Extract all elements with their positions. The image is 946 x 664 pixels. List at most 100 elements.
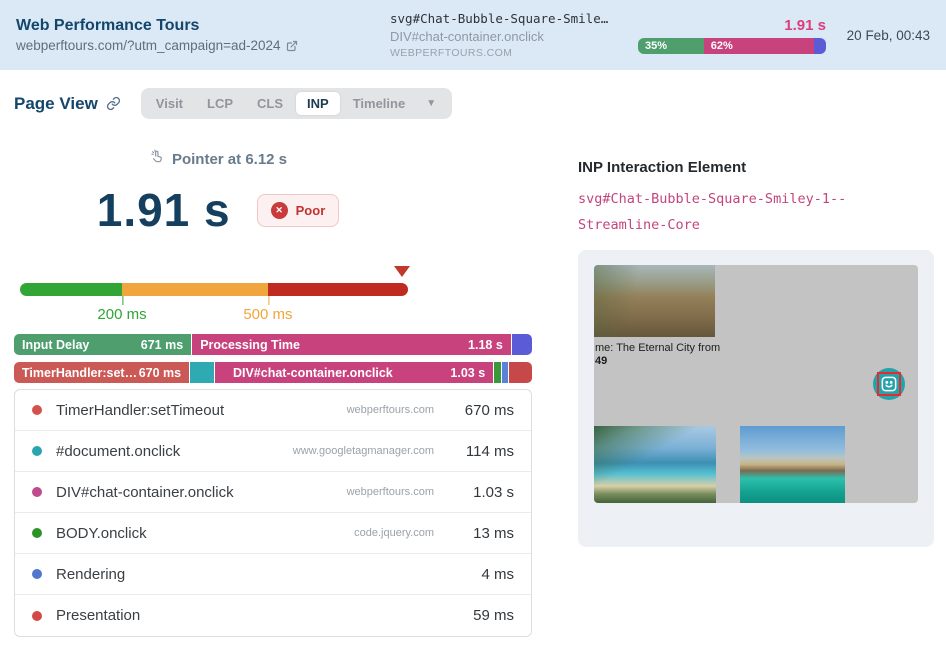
pointer-tap-icon bbox=[149, 149, 165, 169]
error-cross-icon: ✕ bbox=[271, 202, 288, 219]
page-screenshot: me: The Eternal City from 49 bbox=[594, 265, 918, 503]
selector-secondary: DIV#chat-container.onclick bbox=[390, 29, 638, 44]
row-value: 59 ms bbox=[452, 607, 514, 624]
tab-lcp[interactable]: LCP bbox=[196, 92, 244, 115]
segment-presentation-delay bbox=[512, 334, 532, 355]
selector-primary: svg#Chat-Bubble-Square-Smile… bbox=[390, 11, 638, 26]
interaction-type-label: Pointer at 6.12 s bbox=[172, 151, 287, 168]
segment-chat-container-onclick: DIV#chat-container.onclick 1.03 s bbox=[215, 362, 494, 383]
element-selector: svg#Chat-Bubble-Square-Smiley-1-- Stream… bbox=[578, 186, 934, 238]
chat-smiley-icon bbox=[873, 368, 905, 400]
table-row: Rendering 4 ms bbox=[15, 554, 531, 595]
scale-label-poor: 500 ms bbox=[243, 300, 292, 323]
row-value: 1.03 s bbox=[452, 484, 514, 501]
interaction-selector-summary: svg#Chat-Bubble-Square-Smile… DIV#chat-c… bbox=[390, 11, 638, 59]
page-header: Web Performance Tours webperftours.com/?… bbox=[0, 0, 946, 70]
site-info: Web Performance Tours webperftours.com/?… bbox=[16, 17, 390, 53]
row-label: DIV#chat-container.onclick bbox=[56, 484, 347, 501]
segment-presentation bbox=[509, 362, 532, 383]
row-domain: code.jquery.com bbox=[354, 527, 434, 539]
attribution-table: TimerHandler:setTimeout webperftours.com… bbox=[14, 389, 532, 637]
element-highlight-box bbox=[877, 372, 901, 396]
scale-poor-segment bbox=[268, 283, 408, 296]
row-domain: www.googletagmanager.com bbox=[293, 445, 434, 457]
row-label: #document.onclick bbox=[56, 443, 293, 460]
site-title: Web Performance Tours bbox=[16, 17, 390, 35]
category-dot bbox=[32, 528, 42, 538]
screenshot-image-beach bbox=[594, 426, 716, 503]
segment-rendering bbox=[502, 362, 509, 383]
table-row: Presentation 59 ms bbox=[15, 595, 531, 636]
attribution-bar: TimerHandler:set… 670 ms DIV#chat-contai… bbox=[14, 362, 532, 383]
progress-segment-input-delay: 35% bbox=[638, 38, 704, 54]
row-value: 4 ms bbox=[452, 566, 514, 583]
row-label: TimerHandler:setTimeout bbox=[56, 402, 347, 419]
element-selector-line1: svg#Chat-Bubble-Square-Smiley-1-- bbox=[578, 186, 934, 212]
inp-value: 1.91 s bbox=[97, 183, 231, 237]
segment-label: Processing Time bbox=[200, 338, 300, 352]
row-value: 670 ms bbox=[452, 402, 514, 419]
segment-input-delay: Input Delay 671 ms bbox=[14, 334, 192, 355]
screenshot-panel: me: The Eternal City from 49 bbox=[578, 250, 934, 547]
phase-bar: Input Delay 671 ms Processing Time 1.18 … bbox=[14, 334, 532, 355]
scale-good-segment bbox=[20, 283, 122, 296]
phase-bars: Input Delay 671 ms Processing Time 1.18 … bbox=[14, 334, 532, 383]
row-value: 114 ms bbox=[452, 443, 514, 460]
table-row: TimerHandler:setTimeout webperftours.com… bbox=[15, 390, 531, 431]
chevron-down-icon[interactable]: ▼ bbox=[418, 98, 448, 109]
segment-value: 670 ms bbox=[139, 366, 181, 380]
tab-group: Visit LCP CLS INP Timeline ▼ bbox=[141, 88, 452, 119]
category-dot bbox=[32, 569, 42, 579]
progress-segment-presentation bbox=[814, 38, 826, 54]
element-selector-line2: Streamline-Core bbox=[578, 212, 934, 238]
row-value: 13 ms bbox=[452, 525, 514, 542]
table-row: DIV#chat-container.onclick webperftours.… bbox=[15, 472, 531, 513]
row-label: Presentation bbox=[56, 607, 434, 624]
segment-label: Input Delay bbox=[22, 338, 89, 352]
tab-visit[interactable]: Visit bbox=[145, 92, 194, 115]
category-dot bbox=[32, 405, 42, 415]
screenshot-image-rome bbox=[594, 265, 715, 337]
segment-label: TimerHandler:set… bbox=[22, 366, 137, 380]
header-metric-value: 1.91 s bbox=[638, 17, 826, 34]
segment-timer-handler: TimerHandler:set… 670 ms bbox=[14, 362, 190, 383]
category-dot bbox=[32, 446, 42, 456]
scale-label-text: 200 ms bbox=[97, 306, 146, 323]
table-row: #document.onclick www.googletagmanager.c… bbox=[15, 431, 531, 472]
row-domain: webperftours.com bbox=[347, 486, 434, 498]
rating-label: Poor bbox=[296, 203, 326, 218]
screenshot-image-bungalows bbox=[740, 426, 845, 503]
header-progress-bar: 35% 62% bbox=[638, 38, 826, 54]
segment-processing-time: Processing Time 1.18 s bbox=[192, 334, 512, 355]
tab-timeline[interactable]: Timeline bbox=[342, 92, 417, 115]
segment-body-onclick bbox=[494, 362, 502, 383]
segment-document-onclick bbox=[190, 362, 215, 383]
rating-badge: ✕ Poor bbox=[257, 194, 340, 227]
main-content: Pointer at 6.12 s 1.91 s ✕ Poor 200 ms 5… bbox=[0, 119, 946, 637]
screenshot-caption: me: The Eternal City from bbox=[595, 342, 720, 354]
interaction-type-row: Pointer at 6.12 s bbox=[14, 149, 422, 169]
tab-cls[interactable]: CLS bbox=[246, 92, 294, 115]
interaction-element-column: INP Interaction Element svg#Chat-Bubble-… bbox=[578, 119, 934, 637]
scale-bar bbox=[20, 283, 408, 296]
row-label: Rendering bbox=[56, 566, 434, 583]
row-label: BODY.onclick bbox=[56, 525, 354, 542]
site-url: webperftours.com/?utm_campaign=ad-2024 bbox=[16, 38, 390, 53]
header-metric: 1.91 s 35% 62% bbox=[638, 17, 826, 54]
row-domain: webperftours.com bbox=[347, 404, 434, 416]
threshold-scale: 200 ms 500 ms bbox=[20, 283, 408, 296]
segment-value: 1.18 s bbox=[468, 338, 503, 352]
tab-inp[interactable]: INP bbox=[296, 92, 340, 115]
segment-label: 35% bbox=[645, 40, 667, 52]
page-title-wrap: Page View bbox=[14, 94, 121, 114]
external-link-icon[interactable] bbox=[286, 40, 298, 52]
selector-domain: WEBPERFTOURS.COM bbox=[390, 47, 638, 59]
table-row: BODY.onclick code.jquery.com 13 ms bbox=[15, 513, 531, 554]
page-title: Page View bbox=[14, 94, 98, 114]
progress-segment-processing: 62% bbox=[704, 38, 814, 54]
link-icon[interactable] bbox=[106, 96, 121, 111]
panel-title: INP Interaction Element bbox=[578, 159, 934, 176]
toolbar: Page View Visit LCP CLS INP Timeline ▼ bbox=[0, 70, 946, 119]
timestamp: 20 Feb, 00:43 bbox=[826, 28, 930, 43]
scale-needs-improvement-segment bbox=[122, 283, 268, 296]
